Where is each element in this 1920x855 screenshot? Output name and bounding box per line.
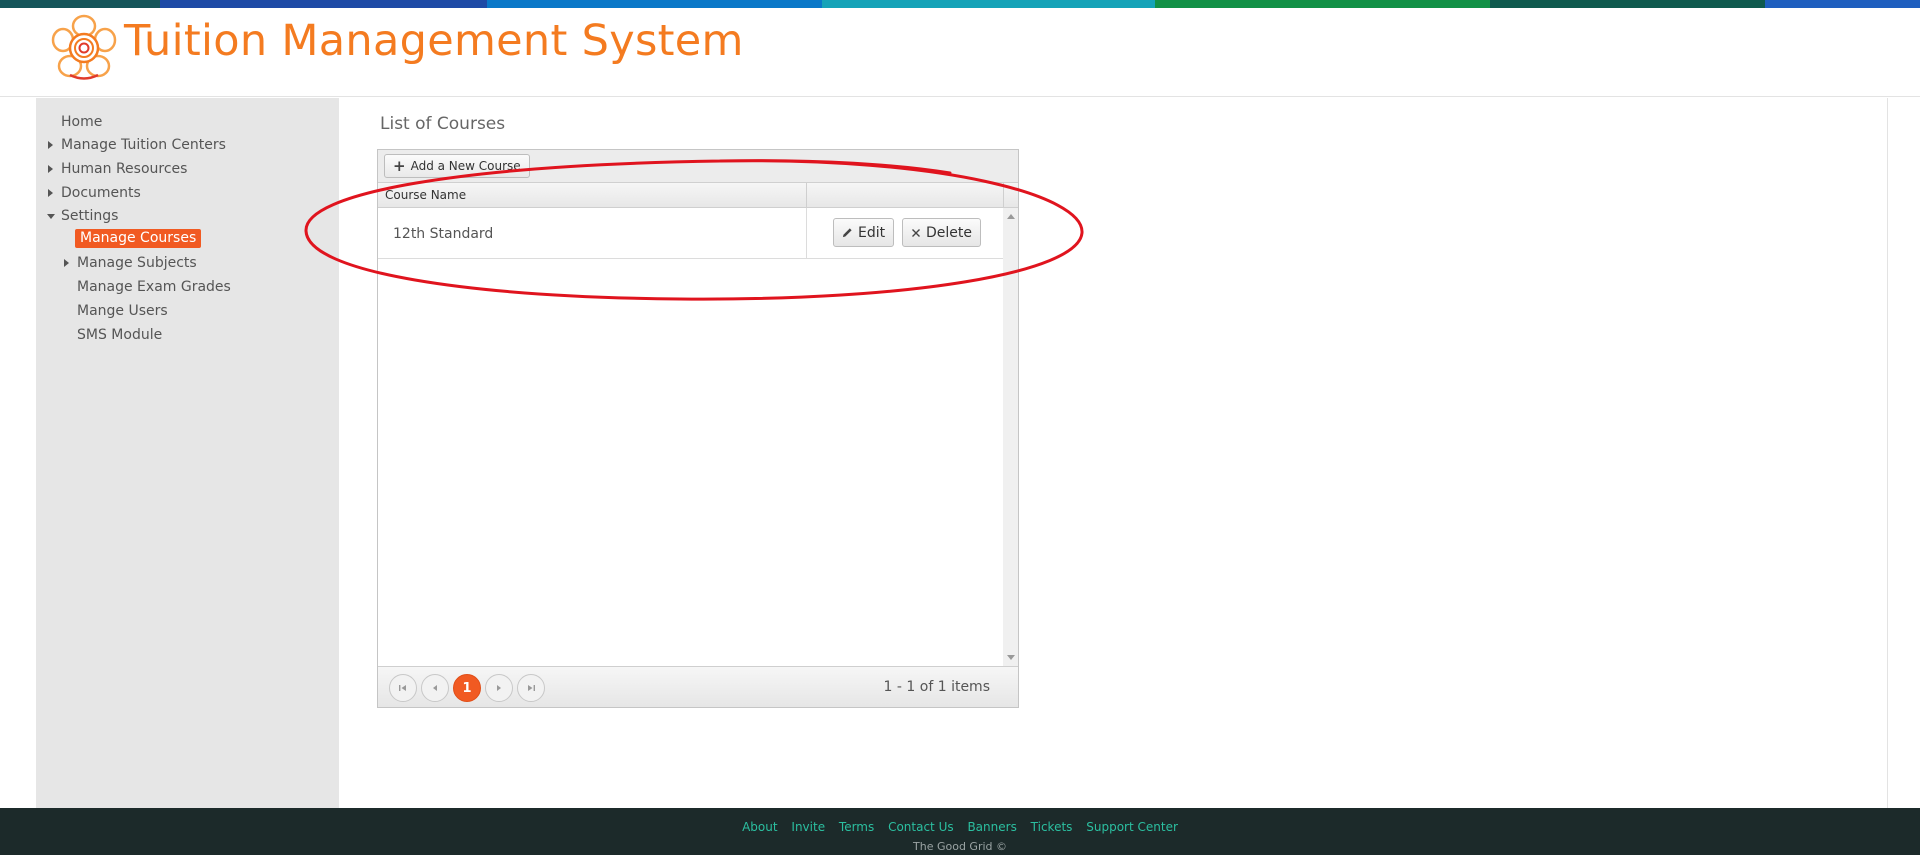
sidebar-item-manage-courses[interactable]: Manage Courses bbox=[75, 229, 202, 248]
sidebar-item-sms-module[interactable]: SMS Module bbox=[77, 327, 162, 343]
column-divider bbox=[1003, 183, 1004, 208]
sidebar-item-human-resources[interactable]: Human Resources bbox=[48, 161, 188, 177]
caret-right-icon bbox=[48, 165, 53, 173]
footer-link-about[interactable]: About bbox=[742, 820, 777, 834]
app-header: Tuition Management System bbox=[0, 8, 1920, 97]
grid-pager: 1 1 - 1 of 1 items bbox=[378, 666, 1018, 707]
sidebar-item-manage-tuition-centers[interactable]: Manage Tuition Centers bbox=[48, 137, 226, 153]
stripe-segment bbox=[1155, 0, 1490, 8]
table-row[interactable]: 12th Standard Edit Delete bbox=[378, 208, 1003, 259]
previous-page-button[interactable] bbox=[421, 674, 449, 702]
plus-icon: + bbox=[393, 156, 406, 175]
sidebar-item-home[interactable]: Home bbox=[61, 114, 102, 130]
current-page-button[interactable]: 1 bbox=[453, 674, 481, 702]
column-divider bbox=[806, 208, 807, 259]
course-name-cell: 12th Standard bbox=[393, 226, 494, 242]
sidebar-item-mange-users[interactable]: Mange Users bbox=[77, 303, 168, 319]
grid-body: 12th Standard Edit Delete bbox=[378, 208, 1018, 666]
stripe-segment bbox=[1765, 0, 1920, 8]
footer-link-banners[interactable]: Banners bbox=[967, 820, 1016, 834]
app-title: Tuition Management System bbox=[124, 16, 744, 66]
footer-link-terms[interactable]: Terms bbox=[839, 820, 874, 834]
close-icon bbox=[912, 228, 920, 237]
caret-down-icon bbox=[47, 214, 55, 219]
stripe-segment bbox=[160, 0, 487, 8]
footer-link-tickets[interactable]: Tickets bbox=[1031, 820, 1073, 834]
stripe-segment bbox=[0, 0, 160, 8]
grid-toolbar: + Add a New Course bbox=[378, 150, 1018, 183]
footer-links: About Invite Terms Contact Us Banners Ti… bbox=[0, 820, 1920, 834]
footer-link-contact-us[interactable]: Contact Us bbox=[888, 820, 954, 834]
scroll-up-arrow-icon[interactable] bbox=[1007, 214, 1015, 219]
add-new-course-button[interactable]: + Add a New Course bbox=[384, 154, 530, 178]
delete-button[interactable]: Delete bbox=[902, 218, 981, 247]
stripe-segment bbox=[1490, 0, 1765, 8]
caret-right-icon bbox=[48, 141, 53, 149]
column-divider bbox=[806, 183, 807, 208]
sidebar-item-label: Manage Subjects bbox=[77, 255, 197, 271]
top-color-stripe bbox=[0, 0, 1920, 8]
next-page-button[interactable] bbox=[485, 674, 513, 702]
column-header-course-name[interactable]: Course Name bbox=[385, 188, 466, 202]
footer-link-invite[interactable]: Invite bbox=[791, 820, 825, 834]
edit-label: Edit bbox=[858, 224, 886, 241]
caret-right-icon bbox=[64, 259, 69, 267]
content-right-border bbox=[1887, 98, 1888, 808]
sidebar-item-manage-subjects[interactable]: Manage Subjects bbox=[64, 255, 197, 271]
sidebar: Home Manage Tuition Centers Human Resour… bbox=[36, 98, 339, 808]
page-title: List of Courses bbox=[380, 114, 506, 134]
next-page-icon bbox=[497, 685, 501, 691]
vertical-scrollbar[interactable] bbox=[1003, 208, 1018, 666]
first-page-icon bbox=[399, 685, 406, 691]
add-new-course-label: Add a New Course bbox=[410, 159, 521, 173]
sidebar-item-label: Settings bbox=[61, 208, 119, 224]
sidebar-item-manage-exam-grades[interactable]: Manage Exam Grades bbox=[77, 279, 231, 295]
last-page-button[interactable] bbox=[517, 674, 545, 702]
grid-header-row: Course Name bbox=[378, 183, 1018, 208]
delete-label: Delete bbox=[926, 224, 972, 241]
sidebar-item-settings[interactable]: Settings bbox=[47, 208, 119, 224]
sidebar-item-documents[interactable]: Documents bbox=[48, 185, 141, 201]
flower-logo-icon[interactable] bbox=[48, 12, 120, 84]
sidebar-item-label: Manage Tuition Centers bbox=[61, 137, 226, 153]
edit-button[interactable]: Edit bbox=[833, 218, 895, 247]
pencil-icon bbox=[842, 228, 852, 238]
footer-copyright: The Good Grid © bbox=[913, 840, 1007, 853]
first-page-button[interactable] bbox=[389, 674, 417, 702]
page-footer: About Invite Terms Contact Us Banners Ti… bbox=[0, 808, 1920, 855]
previous-page-icon bbox=[433, 685, 437, 691]
stripe-segment bbox=[822, 0, 1155, 8]
courses-grid: + Add a New Course Course Name 12th Stan… bbox=[377, 149, 1019, 708]
stripe-segment bbox=[487, 0, 822, 8]
scroll-down-arrow-icon[interactable] bbox=[1007, 655, 1015, 660]
sidebar-item-label: Human Resources bbox=[61, 161, 188, 177]
last-page-icon bbox=[528, 685, 535, 691]
sidebar-item-label: Documents bbox=[61, 185, 141, 201]
caret-right-icon bbox=[48, 189, 53, 197]
pager-info: 1 - 1 of 1 items bbox=[883, 679, 990, 695]
footer-link-support-center[interactable]: Support Center bbox=[1086, 820, 1178, 834]
